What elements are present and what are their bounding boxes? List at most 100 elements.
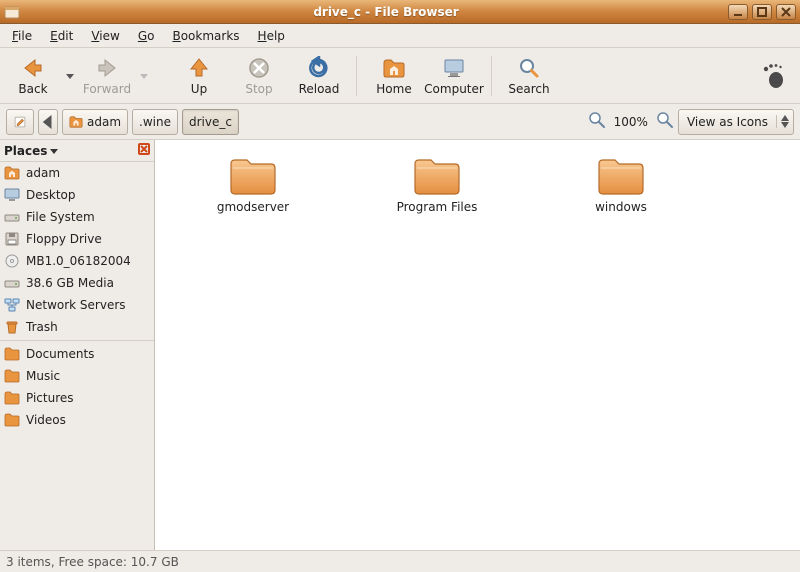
- floppy-icon: [4, 231, 20, 247]
- sidebar-item[interactable]: Trash: [0, 316, 154, 338]
- search-button[interactable]: Search: [502, 52, 556, 100]
- home-button[interactable]: Home: [367, 52, 421, 100]
- path-segment[interactable]: drive_c: [182, 109, 239, 135]
- folder-icon: [229, 156, 277, 196]
- stop-label: Stop: [245, 82, 272, 96]
- view-mode-select[interactable]: View as Icons: [678, 109, 794, 135]
- titlebar: drive_c - File Browser: [0, 0, 800, 24]
- search-label: Search: [508, 82, 549, 96]
- sidebar-item-label: Documents: [26, 347, 94, 361]
- zoom-in-button[interactable]: [656, 111, 674, 132]
- forward-button[interactable]: Forward: [80, 52, 134, 100]
- sidebar-item[interactable]: Desktop: [0, 184, 154, 206]
- menu-edit[interactable]: Edit: [42, 27, 81, 45]
- sidebar-item-label: 38.6 GB Media: [26, 276, 114, 290]
- menu-go[interactable]: Go: [130, 27, 163, 45]
- sidebar-item[interactable]: Pictures: [0, 387, 154, 409]
- zoom-level: 100%: [610, 115, 652, 129]
- pencil-icon: [13, 115, 27, 129]
- file-item[interactable]: Program Files: [377, 156, 497, 214]
- sidebar-item-label: Desktop: [26, 188, 76, 202]
- sidebar-item-label: Trash: [26, 320, 58, 334]
- sidebar-item-label: Floppy Drive: [26, 232, 102, 246]
- forward-icon: [95, 56, 119, 80]
- sidebar-item-label: Music: [26, 369, 60, 383]
- folder-icon: [597, 156, 645, 196]
- file-name: windows: [595, 200, 647, 214]
- toolbar: Back Forward Up Stop Reload Home Compute…: [0, 48, 800, 104]
- toolbar-separator: [356, 56, 357, 96]
- zoom-out-button[interactable]: [588, 111, 606, 132]
- sidebar-item[interactable]: Network Servers: [0, 294, 154, 316]
- sidebar-item[interactable]: Documents: [0, 343, 154, 365]
- folder-icon: [4, 368, 20, 384]
- path-scroll-left-button[interactable]: [38, 109, 58, 135]
- sidebar-item[interactable]: 38.6 GB Media: [0, 272, 154, 294]
- back-button[interactable]: Back: [6, 52, 60, 100]
- stop-icon: [247, 56, 271, 80]
- home-label: Home: [376, 82, 411, 96]
- view-mode-label: View as Icons: [687, 115, 768, 129]
- sidebar-item[interactable]: Floppy Drive: [0, 228, 154, 250]
- menu-view[interactable]: View: [83, 27, 127, 45]
- sidebar-item[interactable]: adam: [0, 162, 154, 184]
- sidebar: Places adam Desktop File System Floppy Driv…: [0, 140, 155, 550]
- zoom-out-icon: [588, 111, 606, 129]
- gnome-throbber-icon: [760, 62, 788, 90]
- sidebar-item-label: File System: [26, 210, 95, 224]
- stop-button[interactable]: Stop: [232, 52, 286, 100]
- icon-view[interactable]: gmodserver Program Files windows: [155, 140, 800, 550]
- edit-location-button[interactable]: [6, 109, 34, 135]
- close-icon: [138, 143, 150, 155]
- chevron-up-icon: [781, 115, 789, 121]
- folder-icon: [4, 390, 20, 406]
- chevron-down-icon: [50, 147, 58, 155]
- disc-icon: [4, 253, 20, 269]
- path-segment[interactable]: adam: [62, 109, 128, 135]
- path-segment[interactable]: .wine: [132, 109, 178, 135]
- chevron-left-icon: [41, 115, 55, 129]
- home-icon: [4, 165, 20, 181]
- sidebar-close-button[interactable]: [138, 143, 150, 158]
- up-icon: [187, 56, 211, 80]
- file-item[interactable]: windows: [561, 156, 681, 214]
- sidebar-item[interactable]: Music: [0, 365, 154, 387]
- forward-history-dropdown[interactable]: [140, 52, 148, 100]
- minimize-button[interactable]: [728, 4, 748, 20]
- drive-icon: [4, 209, 20, 225]
- statusbar: 3 items, Free space: 10.7 GB: [0, 550, 800, 572]
- menu-help[interactable]: Help: [250, 27, 293, 45]
- computer-icon: [442, 56, 466, 80]
- sidebar-item[interactable]: File System: [0, 206, 154, 228]
- trash-icon: [4, 319, 20, 335]
- menu-bookmarks[interactable]: Bookmarks: [164, 27, 247, 45]
- back-history-dropdown[interactable]: [66, 52, 74, 100]
- zoom-controls: 100%: [588, 111, 674, 132]
- search-icon: [517, 56, 541, 80]
- sidebar-header: Places: [0, 140, 154, 162]
- sidebar-title[interactable]: Places: [4, 144, 58, 158]
- path-segment-label: .wine: [139, 115, 171, 129]
- computer-button[interactable]: Computer: [427, 52, 481, 100]
- sidebar-item-label: Pictures: [26, 391, 74, 405]
- places-list: adam Desktop File System Floppy Drive MB1.0_…: [0, 162, 154, 550]
- menu-file[interactable]: File: [4, 27, 40, 45]
- close-button[interactable]: [776, 4, 796, 20]
- path-bar: adam .wine drive_c: [62, 109, 239, 135]
- status-text: 3 items, Free space: 10.7 GB: [6, 555, 179, 569]
- menubar: File Edit View Go Bookmarks Help: [0, 24, 800, 48]
- forward-label: Forward: [83, 82, 131, 96]
- up-label: Up: [191, 82, 207, 96]
- reload-label: Reload: [299, 82, 340, 96]
- computer-label: Computer: [424, 82, 484, 96]
- sidebar-item[interactable]: Videos: [0, 409, 154, 431]
- folder-icon: [4, 412, 20, 428]
- maximize-button[interactable]: [752, 4, 772, 20]
- window-title: drive_c - File Browser: [48, 5, 724, 19]
- up-button[interactable]: Up: [172, 52, 226, 100]
- file-item[interactable]: gmodserver: [193, 156, 313, 214]
- reload-icon: [307, 56, 331, 80]
- sidebar-item[interactable]: MB1.0_06182004: [0, 250, 154, 272]
- view-mode-spinner[interactable]: [776, 115, 789, 128]
- reload-button[interactable]: Reload: [292, 52, 346, 100]
